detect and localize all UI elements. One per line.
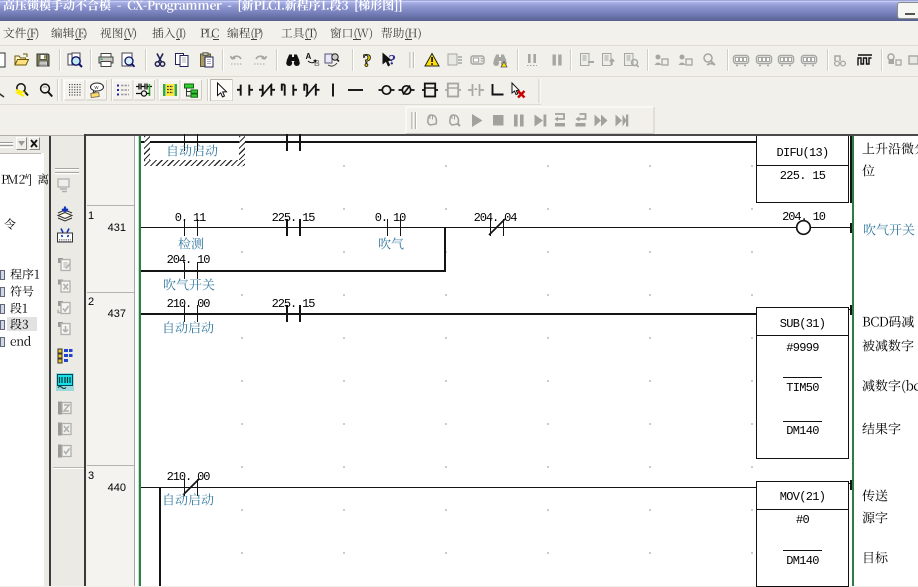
svg-text:?: ? [363,51,372,71]
svg-text:?: ? [389,53,397,69]
svg-text:A: A [306,52,312,61]
svg-text:w: w [94,85,99,91]
